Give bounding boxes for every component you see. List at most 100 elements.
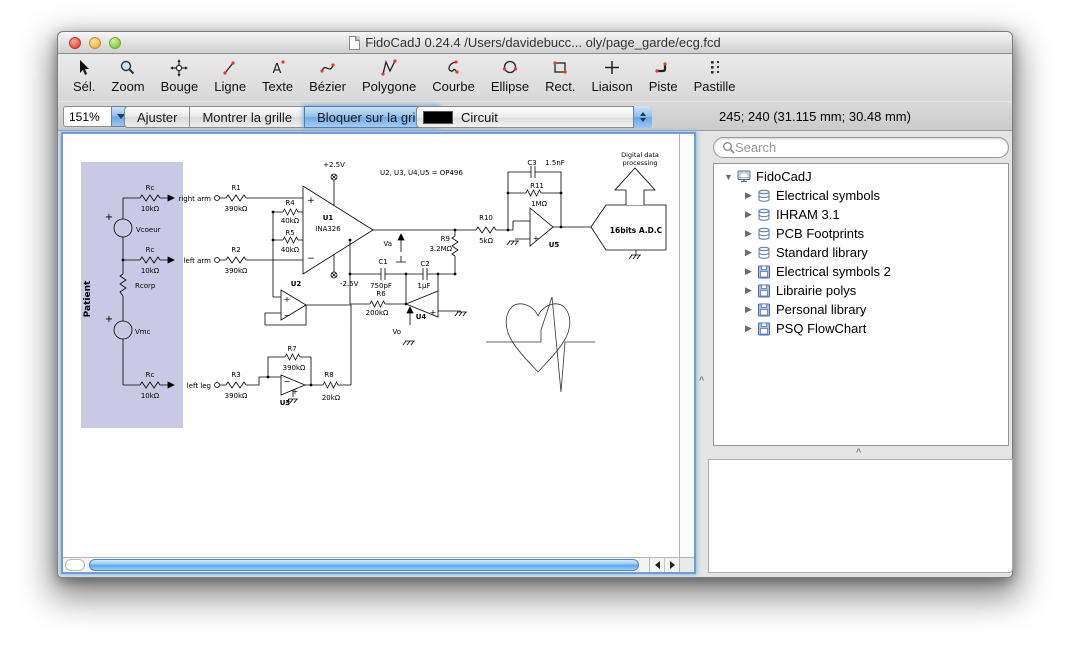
tree-item-standard-library[interactable]: ▶ Standard library [714, 243, 1008, 262]
close-button[interactable] [69, 37, 81, 49]
minimize-button[interactable] [89, 37, 101, 49]
window-controls [69, 37, 121, 49]
svg-text:+: + [533, 234, 540, 243]
layer-stepper[interactable] [633, 106, 652, 128]
svg-text:R5: R5 [285, 229, 294, 237]
resistor-r2 [226, 257, 246, 263]
layer-select[interactable]: Circuit [416, 106, 652, 128]
tree-item-label: PSQ FlowChart [776, 321, 866, 336]
panel-divider[interactable]: ^ [708, 446, 1013, 459]
library-db-icon [756, 246, 772, 260]
curve-icon [443, 58, 465, 78]
search-input[interactable] [735, 140, 1000, 155]
tool-label: Liaison [591, 79, 632, 94]
search-icon [722, 141, 735, 154]
disclosure-expanded-icon[interactable]: ▼ [723, 172, 734, 182]
drawing-canvas[interactable]: Patient + + Rc10kΩ Rc10kΩ Rc10kΩ Vcoeur … [63, 134, 679, 546]
resistor-r11 [526, 190, 541, 196]
tool-line[interactable]: Ligne [207, 58, 253, 94]
show-grid-button[interactable]: Montrer la grille [189, 106, 304, 128]
tree-item-label: Librairie polys [776, 283, 856, 298]
tree-item-psq-flowchart[interactable]: ▶ PSQ FlowChart [714, 319, 1008, 338]
tree-item-label: IHRAM 3.1 [776, 207, 840, 222]
tree-item-electrical-symbols[interactable]: ▶ Electrical symbols [714, 186, 1008, 205]
svg-text:−: − [307, 254, 315, 264]
svg-text:R10: R10 [479, 214, 493, 222]
library-search[interactable] [713, 137, 1009, 158]
tool-connection[interactable]: Liaison [584, 58, 639, 94]
zoom-combo[interactable]: 151% [63, 106, 130, 127]
title-bar[interactable]: FidoCadJ 0.24.4 /Users/davidebucc... oly… [58, 32, 1012, 54]
svg-text:C2: C2 [420, 260, 429, 268]
svg-text:Rcorp: Rcorp [135, 282, 156, 290]
scroll-arrows [649, 558, 679, 572]
horizontal-split-handle[interactable]: ^ [856, 447, 861, 457]
tool-track[interactable]: Piste [642, 58, 685, 94]
window-title-text: FidoCadJ 0.24.4 /Users/davidebucc... oly… [365, 35, 721, 50]
ground-symbol [455, 312, 467, 316]
svg-text:left leg: left leg [187, 382, 211, 390]
tree-item-electrical-symbols-2[interactable]: ▶ Electrical symbols 2 [714, 262, 1008, 281]
tools-toolbar: Sél. Zoom Bouge Ligne A Texte Bézier Pol… [58, 54, 1012, 101]
vertical-scrollbar[interactable] [679, 134, 694, 557]
main-area: Patient + + Rc10kΩ Rc10kΩ Rc10kΩ Vcoeur … [58, 132, 1012, 577]
tree-root-fidocadj[interactable]: ▼ FidoCadJ [714, 167, 1008, 186]
resistor-r9 [452, 236, 458, 256]
disclosure-collapsed-icon[interactable]: ▶ [743, 323, 754, 334]
disclosure-collapsed-icon[interactable]: ▶ [743, 190, 754, 201]
tree-item-ihram[interactable]: ▶ IHRAM 3.1 [714, 205, 1008, 224]
triangle-right-icon [670, 561, 675, 569]
tree-item-personal-library[interactable]: ▶ Personal library [714, 300, 1008, 319]
svg-text:390kΩ: 390kΩ [225, 205, 248, 213]
svg-text:+: + [307, 196, 315, 206]
tool-pad[interactable]: Pastille [687, 58, 743, 94]
tree-item-librairie-polys[interactable]: ▶ Librairie polys [714, 281, 1008, 300]
disclosure-collapsed-icon[interactable]: ▶ [743, 228, 754, 239]
tool-rectangle[interactable]: Rect. [538, 58, 582, 94]
disclosure-collapsed-icon[interactable]: ▶ [743, 209, 754, 220]
horizontal-scrollbar[interactable] [63, 557, 679, 572]
svg-text:INA326: INA326 [315, 225, 341, 233]
scroll-left-button[interactable] [650, 558, 664, 572]
chevron-down-icon [640, 118, 646, 122]
schematic-canvas[interactable]: Patient + + Rc10kΩ Rc10kΩ Rc10kΩ Vcoeur … [63, 134, 679, 546]
tool-select[interactable]: Sél. [66, 58, 102, 94]
library-file-icon [756, 284, 772, 298]
disclosure-collapsed-icon[interactable]: ▶ [743, 304, 754, 315]
svg-text:10kΩ: 10kΩ [141, 392, 160, 400]
tool-label: Ellipse [491, 79, 529, 94]
tool-label: Texte [262, 79, 293, 94]
rectangle-icon [549, 58, 571, 78]
library-file-icon [756, 303, 772, 317]
tool-polygon[interactable]: Polygone [355, 58, 423, 94]
svg-text:+: + [430, 308, 437, 317]
vertical-split-handle[interactable]: ^ [699, 375, 704, 385]
disclosure-collapsed-icon[interactable]: ▶ [743, 247, 754, 258]
zoom-window-button[interactable] [109, 37, 121, 49]
svg-text:Vo: Vo [392, 328, 401, 336]
zoom-value[interactable]: 151% [63, 106, 111, 127]
tool-ellipse[interactable]: Ellipse [484, 58, 536, 94]
svg-text:Rc: Rc [146, 371, 155, 379]
horizontal-scroll-thumb[interactable] [89, 559, 639, 571]
tool-label: Rect. [545, 79, 575, 94]
svg-text:390kΩ: 390kΩ [225, 267, 248, 275]
tool-curve[interactable]: Courbe [425, 58, 482, 94]
tool-label: Sél. [73, 79, 95, 94]
tool-move[interactable]: Bouge [154, 58, 206, 94]
window-title: FidoCadJ 0.24.4 /Users/davidebucc... oly… [349, 35, 721, 50]
tool-bezier[interactable]: Bézier [302, 58, 353, 94]
fit-button[interactable]: Ajuster [124, 106, 189, 128]
svg-text:−: − [284, 311, 291, 320]
digital-arrow [615, 168, 655, 205]
tool-text[interactable]: A Texte [255, 58, 300, 94]
svg-text:C3: C3 [527, 159, 536, 167]
scroll-right-button[interactable] [664, 558, 679, 572]
ground-symbol [507, 241, 519, 245]
tool-zoom[interactable]: Zoom [104, 58, 151, 94]
ground-symbol [403, 341, 415, 345]
resistor-r1 [226, 195, 246, 201]
disclosure-collapsed-icon[interactable]: ▶ [743, 266, 754, 277]
disclosure-collapsed-icon[interactable]: ▶ [743, 285, 754, 296]
tree-item-pcb-footprints[interactable]: ▶ PCB Footprints [714, 224, 1008, 243]
